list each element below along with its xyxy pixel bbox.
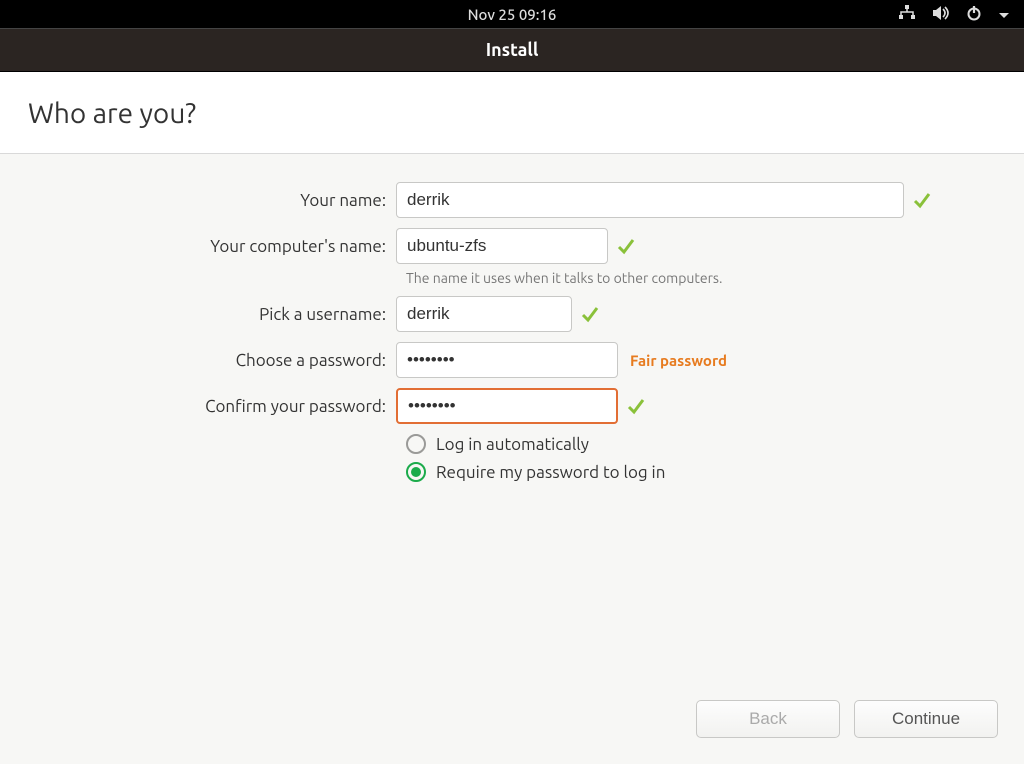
system-tray: [898, 0, 1010, 28]
power-icon[interactable]: [966, 5, 982, 24]
username-label: Pick a username:: [0, 305, 396, 324]
your-name-label: Your name:: [0, 191, 396, 210]
checkmark-icon: [580, 304, 600, 324]
top-menu-bar: Nov 25 09:16: [0, 0, 1024, 28]
installer-page: Who are you? Your name: Your computer's …: [0, 72, 1024, 768]
password-label: Choose a password:: [0, 351, 396, 370]
computer-name-label: Your computer's name:: [0, 237, 396, 256]
login-options: Log in automatically Require my password…: [406, 434, 1024, 482]
password-strength: Fair password: [630, 352, 727, 369]
require-password-radio[interactable]: Require my password to log in: [406, 462, 1024, 482]
checkmark-icon: [912, 190, 932, 210]
auto-login-radio[interactable]: Log in automatically: [406, 434, 1024, 454]
checkmark-icon: [616, 236, 636, 256]
computer-name-input[interactable]: [396, 228, 608, 264]
dropdown-caret-icon[interactable]: [998, 6, 1010, 23]
username-input[interactable]: [396, 296, 572, 332]
password-input[interactable]: [396, 342, 618, 378]
checkmark-icon: [626, 396, 646, 416]
volume-icon[interactable]: [932, 5, 950, 24]
form-area: Your name: Your computer's name: The nam…: [0, 154, 1024, 764]
dialog-footer: Back Continue: [696, 700, 998, 738]
page-title: Who are you?: [28, 98, 996, 129]
window-titlebar: Install: [0, 28, 1024, 72]
window-title: Install: [486, 40, 539, 60]
confirm-password-input[interactable]: [396, 388, 618, 424]
continue-button[interactable]: Continue: [854, 700, 998, 738]
confirm-password-label: Confirm your password:: [0, 397, 396, 416]
back-button[interactable]: Back: [696, 700, 840, 738]
page-header: Who are you?: [0, 72, 1024, 154]
auto-login-label: Log in automatically: [436, 435, 589, 454]
clock: Nov 25 09:16: [468, 6, 557, 23]
require-password-label: Require my password to log in: [436, 463, 665, 482]
network-icon[interactable]: [898, 5, 916, 24]
computer-name-hint: The name it uses when it talks to other …: [406, 270, 1024, 286]
your-name-input[interactable]: [396, 182, 904, 218]
